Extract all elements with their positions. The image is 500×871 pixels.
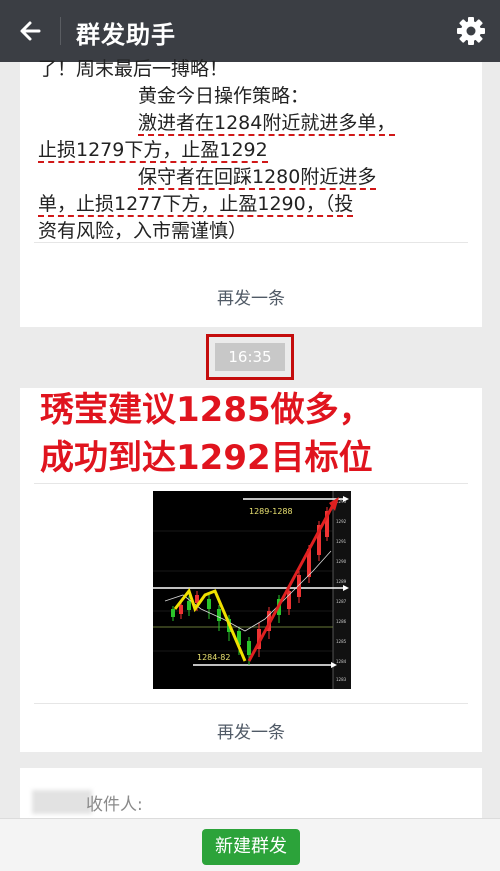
chart-label-top: 1289-1288 — [249, 507, 293, 516]
message-line: 止损1279下方，止盈1292 — [38, 137, 468, 164]
gear-icon[interactable] — [454, 14, 488, 48]
headline-line-2: 成功到达1292目标位 — [40, 438, 373, 478]
svg-text:1284: 1284 — [336, 659, 347, 664]
divider — [34, 703, 468, 704]
svg-text:1292: 1292 — [336, 519, 347, 524]
svg-text:1287: 1287 — [336, 599, 347, 604]
arrow-left-icon[interactable] — [14, 14, 48, 48]
header-divider — [60, 17, 61, 45]
timestamp-highlight: 16:35 — [206, 334, 294, 380]
divider — [34, 483, 468, 484]
svg-text:1283: 1283 — [336, 677, 347, 682]
highlighted-text: 单，止损1277下方，止盈1290，（投 — [38, 193, 354, 217]
message-line: 激进者在1284附近就进多单， — [38, 110, 468, 137]
svg-text:1291: 1291 — [336, 539, 347, 544]
svg-text:1290: 1290 — [336, 559, 347, 564]
price-chart-image[interactable]: 1293 1292 1291 1290 1289 1287 1286 1285 … — [153, 491, 351, 689]
new-broadcast-button[interactable]: 新建群发 — [202, 829, 300, 865]
message-card: 了！周末最后一搏略！ 黄金今日操作策略： 激进者在1284附近就进多单， 止损1… — [20, 58, 482, 327]
image-message-card: 琇莹建议1285做多， 成功到达1292目标位 1293 1292 1291 1… — [20, 388, 482, 752]
title-bar: 群发助手 — [0, 0, 500, 62]
message-line-text: 黄金今日操作策略： — [138, 85, 310, 107]
resend-button[interactable]: 再发一条 — [20, 284, 482, 309]
blurred-avatar — [32, 790, 92, 814]
highlighted-text: 保守者在回踩1280附近进多 — [138, 166, 377, 190]
message-line: 了！周末最后一搏略！ — [38, 58, 229, 80]
message-line: 单，止损1277下方，止盈1290，（投 — [38, 191, 468, 218]
highlighted-text: 止损1279下方，止盈1292 — [38, 139, 268, 163]
chart-label-bottom: 1284-82 — [197, 653, 230, 662]
headline-overlay: 琇莹建议1285做多， 成功到达1292目标位 — [40, 386, 480, 482]
recipients-label: 收件人: — [86, 795, 143, 815]
svg-text:1289: 1289 — [336, 579, 347, 584]
message-line: 黄金今日操作策略： — [38, 83, 468, 110]
bottom-bar: 新建群发 — [0, 818, 500, 871]
message-line: 保守者在回踩1280附近进多 — [38, 164, 468, 191]
resend-button[interactable]: 再发一条 — [20, 718, 482, 743]
headline-line-1: 琇莹建议1285做多， — [40, 390, 373, 430]
message-line: 资有风险，入市需谨慎） — [38, 220, 248, 242]
svg-text:1286: 1286 — [336, 619, 347, 624]
svg-text:1285: 1285 — [336, 639, 347, 644]
highlighted-text: 激进者在1284附近就进多单， — [138, 112, 396, 136]
page-title: 群发助手 — [76, 21, 176, 49]
message-text: 了！周末最后一搏略！ 黄金今日操作策略： 激进者在1284附近就进多单， 止损1… — [38, 56, 468, 245]
timestamp: 16:35 — [215, 343, 285, 371]
recipients-card: 收件人: — [20, 768, 482, 818]
divider — [34, 242, 468, 243]
